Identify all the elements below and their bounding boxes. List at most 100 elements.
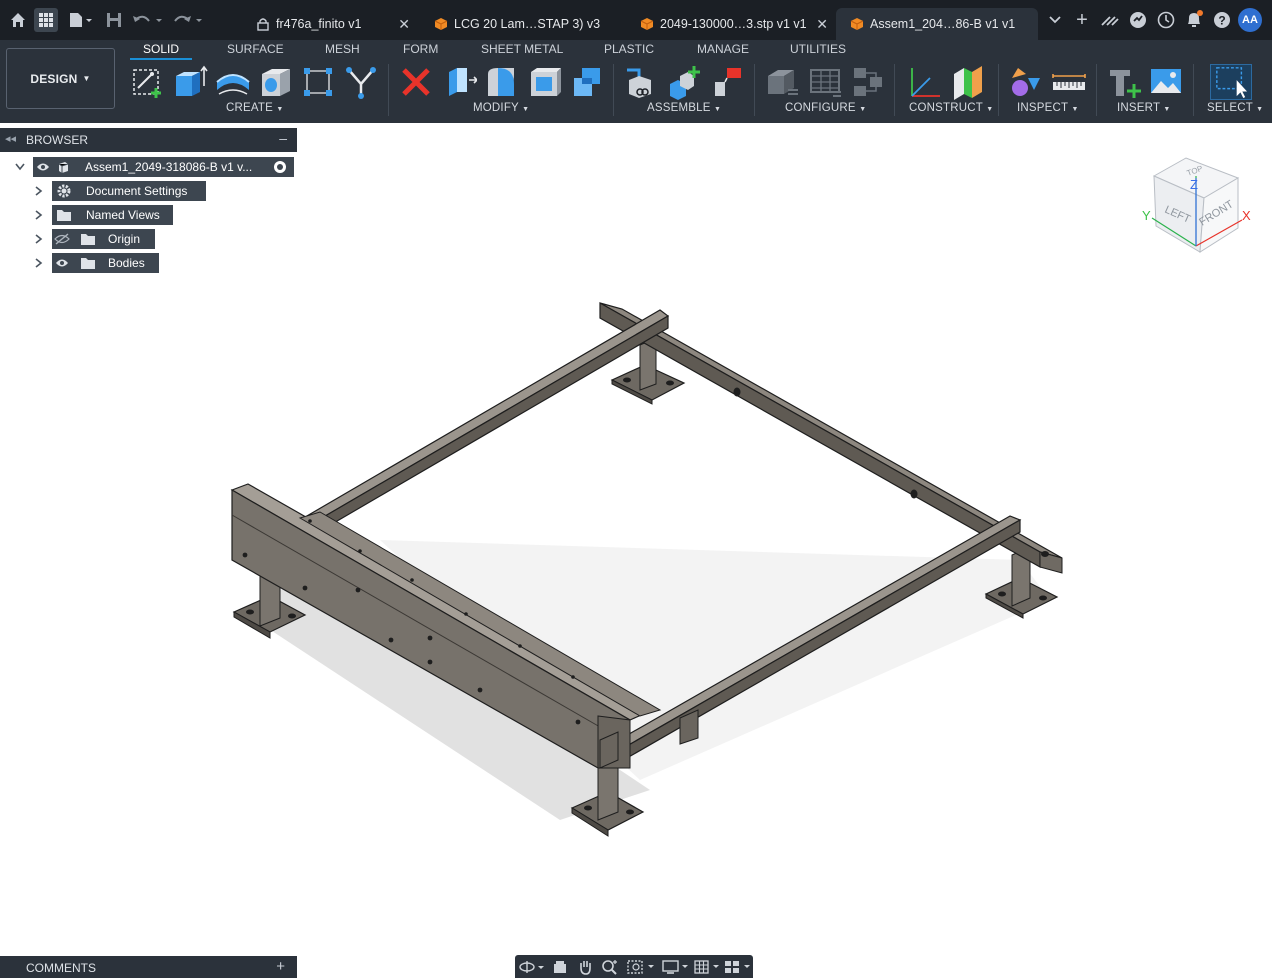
close-icon[interactable]: ✕ [816,16,828,33]
fillet-icon[interactable] [484,64,520,100]
minimize-panel-icon[interactable]: – [279,130,287,146]
delete-x-icon[interactable] [398,64,434,100]
tab-document-4-active[interactable]: Assem1_204…86-B v1 v1 [836,8,1038,40]
construct-axis-icon[interactable] [906,64,942,100]
measure-ruler-icon[interactable] [1051,64,1087,100]
configuration-table-icon[interactable] [807,64,843,100]
create-menu[interactable]: CREATE ▼ [226,102,284,114]
configure-cube-icon[interactable] [764,64,800,100]
shell-icon[interactable] [527,64,563,100]
combine-icon[interactable] [570,64,606,100]
browser-item-named-views[interactable]: Named Views [52,205,173,225]
select-menu[interactable]: SELECT ▼ [1207,102,1263,114]
insert-canvas-image-icon[interactable] [1148,64,1184,100]
undo-icon[interactable] [130,8,166,32]
save-icon[interactable] [102,8,126,32]
press-pull-icon[interactable] [441,64,477,100]
lock-icon [256,17,270,31]
collapse-panel-icon[interactable]: ◂◂ [5,132,16,145]
job-status-clock-icon[interactable] [1154,8,1178,32]
hidden-eye-icon[interactable] [52,233,72,245]
derive-icon[interactable] [343,64,379,100]
extensions-icon[interactable] [1098,8,1122,32]
as-built-joint-icon[interactable] [709,64,745,100]
data-panel-grid-icon[interactable] [34,8,58,32]
component-cube-icon [434,17,448,31]
notifications-bell-icon[interactable] [1182,8,1206,32]
tab-form[interactable]: FORM [403,42,438,58]
tab-document-2[interactable]: LCG 20 Lam…STAP 3) v3 [420,8,625,40]
assemble-label: ASSEMBLE [647,102,711,114]
close-icon[interactable]: ✕ [398,16,410,33]
grid-snaps-icon[interactable] [693,958,723,975]
configure-menu[interactable]: CONFIGURE ▼ [785,102,866,114]
tab-document-1[interactable]: fr476a_finito v1 ✕ [242,8,420,40]
visibility-eye-icon[interactable] [33,162,53,172]
construct-menu[interactable]: CONSTRUCT ▼ [909,102,993,114]
modify-menu[interactable]: MODIFY ▼ [473,102,529,114]
chevron-down-icon[interactable] [14,161,26,173]
viewcube[interactable]: TOP LEFT FRONT Z Y X [1138,150,1256,262]
chevron-down-icon[interactable] [1043,8,1067,32]
orbit-icon[interactable] [518,958,546,975]
workspace-switcher-button[interactable]: DESIGN ▼ [6,48,115,109]
tab-solid[interactable]: SOLID [143,42,179,58]
navigation-bar [515,955,753,978]
create-sketch-icon[interactable] [130,64,166,100]
axis-x-label: X [1242,208,1251,223]
svg-text:?: ? [1218,14,1225,28]
extrude-icon[interactable] [172,64,208,100]
redo-icon[interactable] [170,8,206,32]
tab-surface[interactable]: SURFACE [227,42,284,58]
tab-label: 2049-130000…3.stp v1 v1 [660,17,807,31]
tab-utilities[interactable]: UTILITIES [790,42,846,58]
chevron-right-icon[interactable] [33,233,45,245]
add-comment-plus-icon[interactable]: + [276,958,285,975]
visibility-eye-icon[interactable] [52,258,72,268]
hole-icon[interactable] [258,64,294,100]
viewports-icon[interactable] [723,958,753,975]
user-avatar[interactable]: AA [1238,8,1262,32]
axis-y-label: Y [1142,208,1151,223]
inspect-menu[interactable]: INSPECT ▼ [1017,102,1079,114]
steel-frame-model[interactable] [220,290,1080,850]
home-icon[interactable] [6,8,30,32]
pan-hand-icon[interactable] [575,958,595,975]
file-menu-icon[interactable] [66,8,96,32]
browser-item-bodies[interactable]: Bodies [52,253,159,273]
display-settings-icon[interactable] [661,958,691,975]
tab-mesh[interactable]: MESH [325,42,360,58]
fit-zoom-window-icon[interactable] [625,958,659,975]
look-at-icon[interactable] [550,958,570,975]
tab-document-3[interactable]: 2049-130000…3.stp v1 v1 ✕ [626,8,834,40]
configuration-rules-icon[interactable] [850,64,886,100]
construct-plane-icon[interactable] [950,64,986,100]
joint-icon[interactable] [666,64,702,100]
tab-manage[interactable]: MANAGE [697,42,749,58]
browser-panel-header[interactable]: ◂◂ BROWSER – [0,128,297,152]
browser-item-label: Document Settings [86,184,188,198]
tab-plastic[interactable]: PLASTIC [604,42,654,58]
chevron-right-icon[interactable] [33,185,45,197]
inspect-label: INSPECT [1017,102,1069,114]
rectangular-pattern-icon[interactable] [300,64,336,100]
browser-root-node[interactable]: Assem1_2049-318086-B v1 v... [33,157,294,177]
browser-item-origin[interactable]: Origin [52,229,155,249]
chevron-right-icon[interactable] [33,257,45,269]
new-tab-plus-icon[interactable]: + [1070,8,1094,32]
comments-panel[interactable]: COMMENTS + [0,956,297,978]
insert-menu[interactable]: INSERT ▼ [1117,102,1171,114]
select-window-icon[interactable] [1210,64,1252,100]
tab-sheet-metal[interactable]: SHEET METAL [481,42,563,58]
browser-item-document-settings[interactable]: Document Settings [52,181,206,201]
insert-derive-icon[interactable] [1106,64,1142,100]
activate-component-radio-icon[interactable] [273,160,287,177]
chevron-right-icon[interactable] [33,209,45,221]
help-icon[interactable]: ? [1210,8,1234,32]
new-component-icon[interactable] [623,64,659,100]
assemble-menu[interactable]: ASSEMBLE ▼ [647,102,721,114]
online-status-icon[interactable] [1126,8,1150,32]
revolve-icon[interactable] [215,64,251,100]
zoom-icon[interactable] [600,958,620,975]
inspect-shapes-icon[interactable] [1008,64,1044,100]
